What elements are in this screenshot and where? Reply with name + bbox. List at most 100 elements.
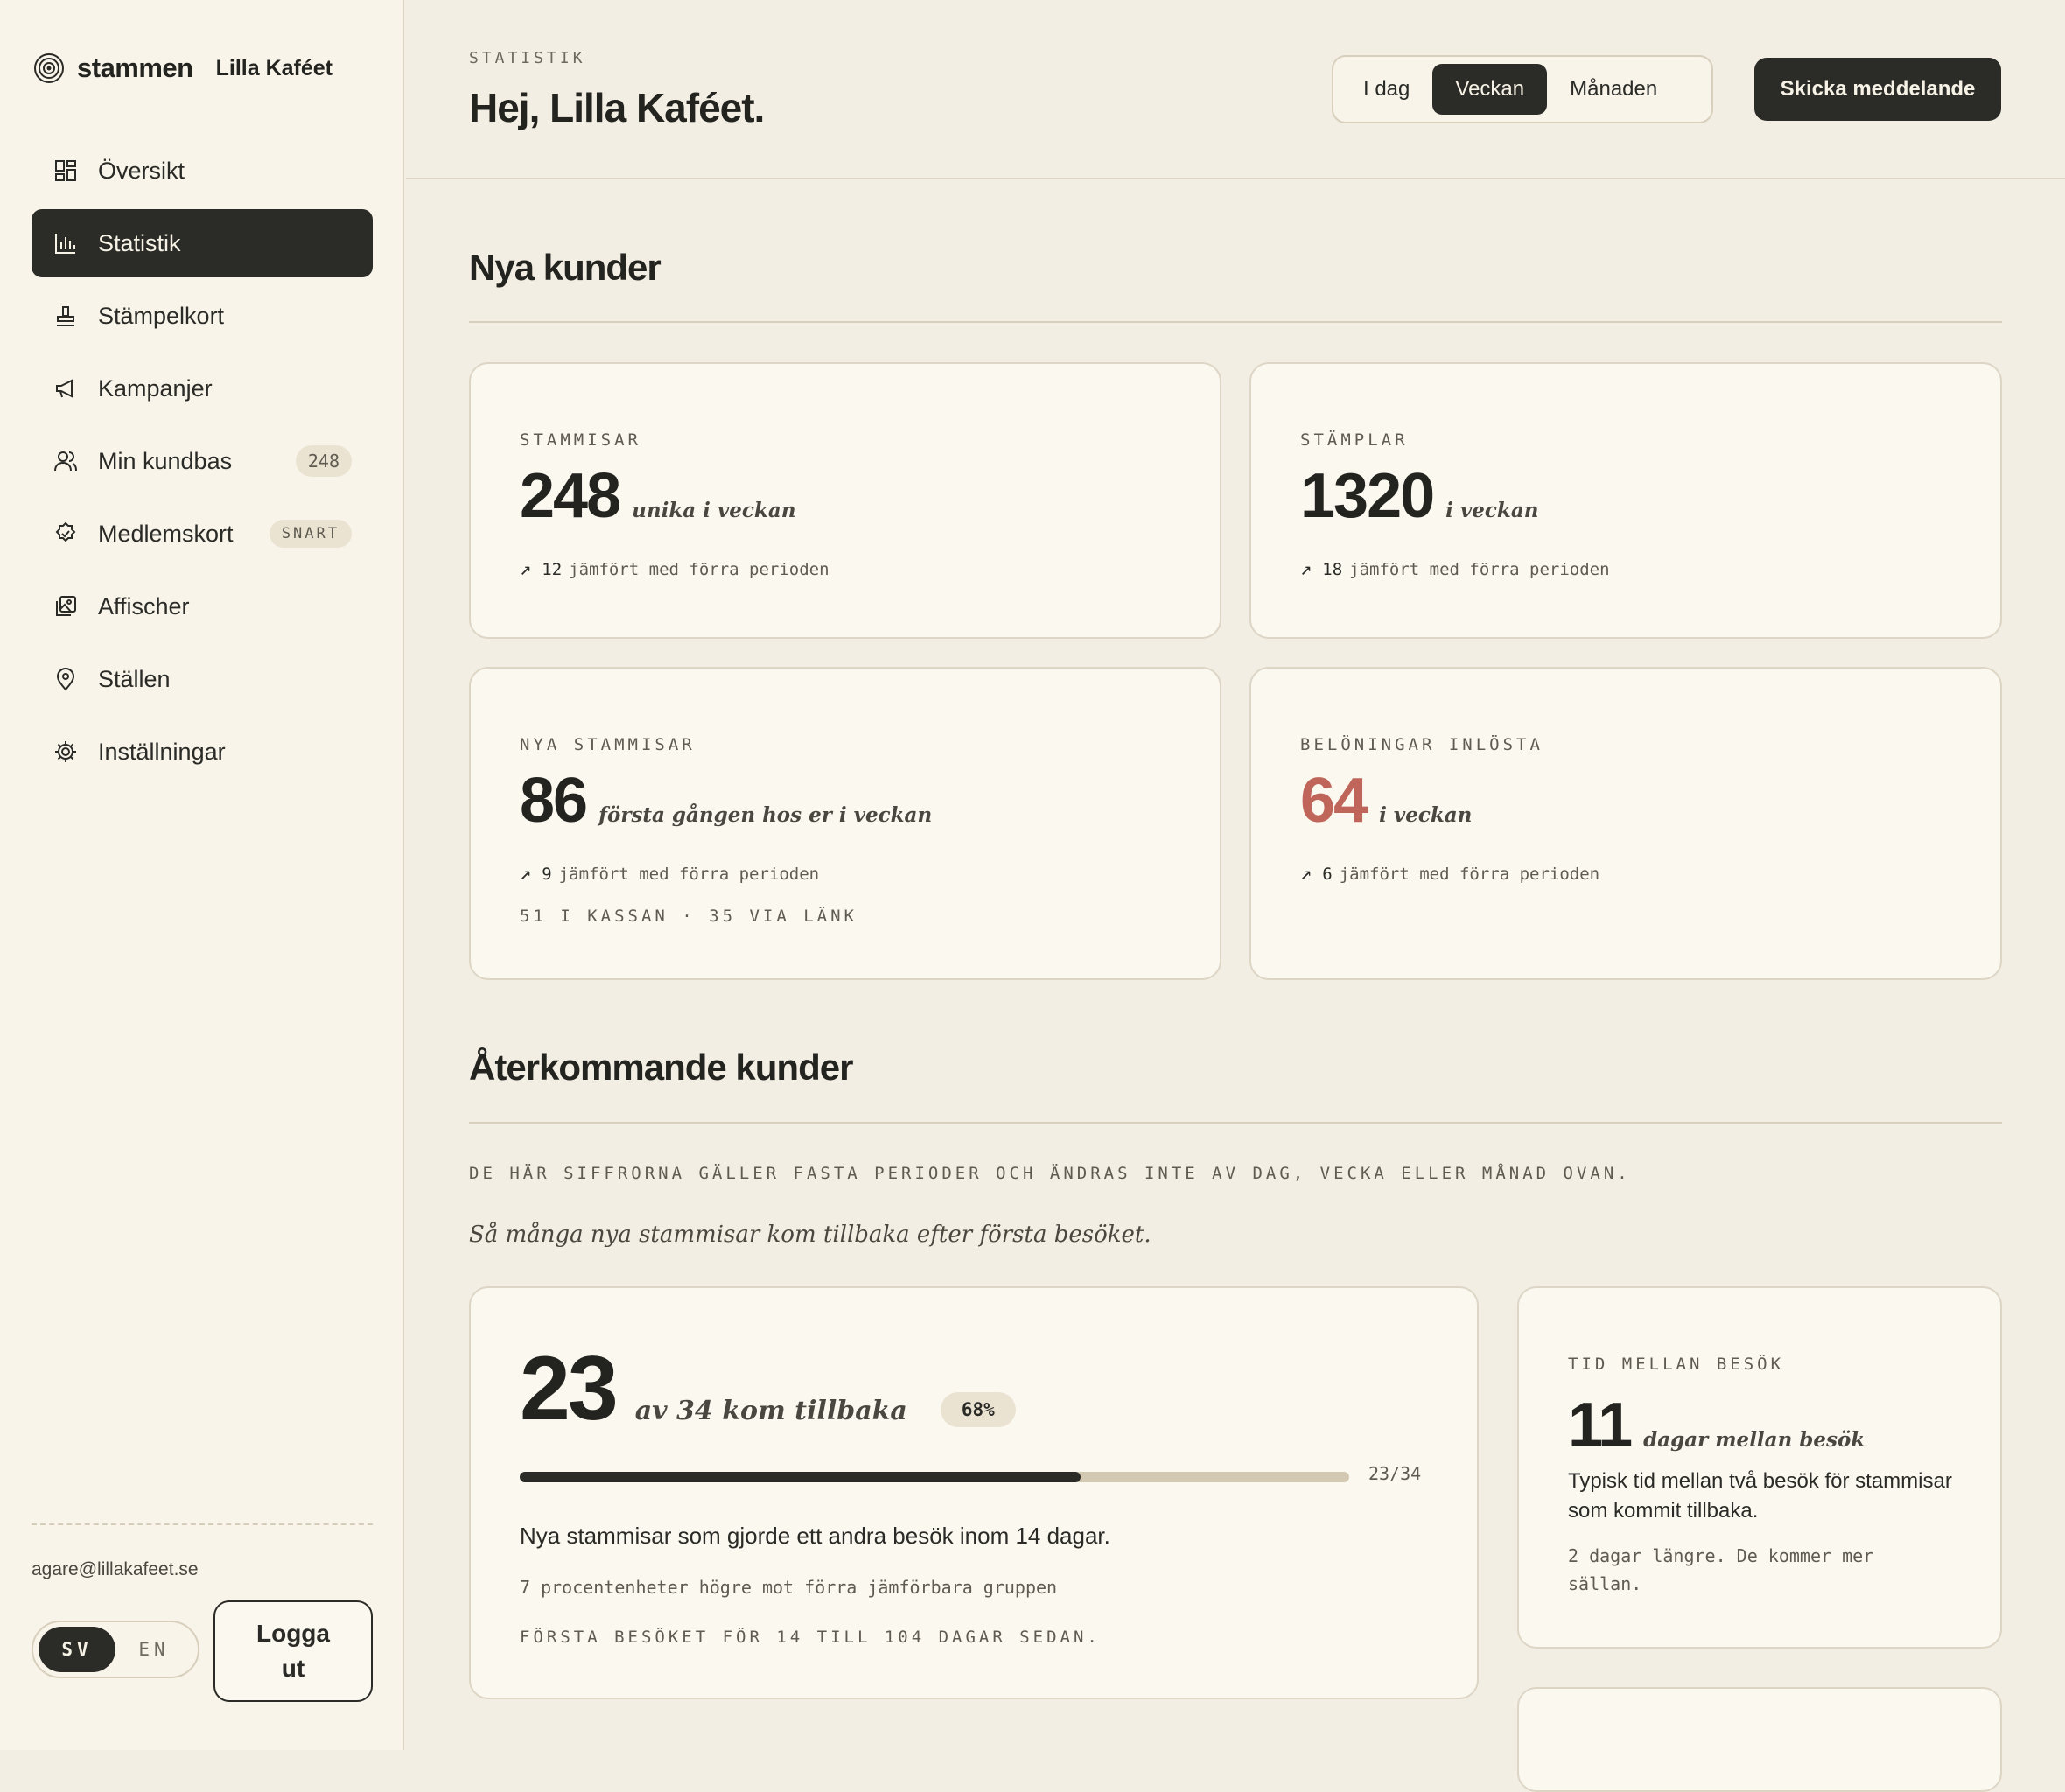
trend-value: 9 xyxy=(542,864,552,884)
stat-unit: i veckan xyxy=(1446,499,1539,522)
stat-label: BELÖNINGAR INLÖSTA xyxy=(1300,735,1544,754)
stat-trend: ↗ 18 jämfört med förra perioden xyxy=(1300,558,1610,580)
return-progress-label: 23/34 xyxy=(1368,1463,1422,1484)
section-title-returning: Återkommande kunder xyxy=(469,1046,853,1088)
trend-up-icon: ↗ xyxy=(520,863,532,885)
send-message-button[interactable]: Skicka meddelande xyxy=(1754,58,2001,121)
period-selector[interactable]: I dag Veckan Månaden xyxy=(1332,55,1713,123)
trend-up-icon: ↗ xyxy=(1300,863,1312,885)
trend-value: 18 xyxy=(1322,559,1343,579)
users-icon xyxy=(52,448,79,474)
stat-breakdown: 51 I KASSAN · 35 VIA LÄNK xyxy=(520,906,858,926)
bar-chart-icon xyxy=(52,230,79,256)
period-option-today[interactable]: I dag xyxy=(1340,64,1432,115)
sidebar-item-installningar[interactable]: Inställningar xyxy=(32,718,373,786)
badge-check-icon xyxy=(52,521,79,547)
stat-number: 86 xyxy=(520,766,588,836)
stat-card-nya-stammisar: NYA STAMMISAR 86 första gången hos er i v… xyxy=(469,667,1222,980)
stat-number: 64 xyxy=(1300,766,1368,836)
sidebar-item-label: Affischer xyxy=(98,592,190,620)
sidebar-item-oversikt[interactable]: Översikt xyxy=(32,136,373,205)
return-unit: av 34 kom tillbaka xyxy=(634,1396,907,1426)
map-pin-icon xyxy=(52,666,79,692)
page-eyebrow: STATISTIK xyxy=(469,49,586,67)
trend-text: jämfört med förra perioden xyxy=(558,864,820,884)
interval-comparison: 2 dagar längre. De kommer mer sällan. xyxy=(1568,1545,1874,1594)
stat-unit: i veckan xyxy=(1379,803,1473,827)
megaphone-icon xyxy=(52,375,79,402)
trend-value: 12 xyxy=(542,559,563,579)
return-rate-card: 23 av 34 kom tillbaka 68% 23/34 Nya stam… xyxy=(469,1286,1479,1699)
trend-value: 6 xyxy=(1322,864,1333,884)
return-progress-bar xyxy=(520,1472,1349,1482)
stat-value: 86 första gången hos er i veckan xyxy=(520,765,932,836)
language-toggle[interactable]: SV EN xyxy=(32,1620,200,1678)
trend-text: jämfört med förra perioden xyxy=(1339,864,1600,884)
trend-text: jämfört med förra perioden xyxy=(1349,559,1610,579)
stat-value: 11 dagar mellan besök xyxy=(1568,1390,1865,1461)
return-footnote: FÖRSTA BESÖKET FÖR 14 TILL 104 DAGAR SED… xyxy=(520,1628,1101,1647)
period-option-month[interactable]: Månaden xyxy=(1547,64,1680,115)
sidebar-item-stampelkort[interactable]: Stämpelkort xyxy=(32,282,373,350)
return-comparison: 7 procentenheter högre mot förra jämförb… xyxy=(520,1577,1058,1598)
brand-place: Lilla Kaféet xyxy=(215,55,332,80)
gear-icon xyxy=(52,738,79,765)
stat-label: TID MELLAN BESÖK xyxy=(1568,1354,1785,1374)
dashboard-icon xyxy=(52,158,79,184)
sidebar-item-min-kundbas[interactable]: Min kundbas 248 xyxy=(32,427,373,495)
returning-intro: Så många nya stammisar kom tillbaka efte… xyxy=(469,1222,1152,1248)
sidebar-item-label: Översikt xyxy=(98,157,186,184)
stat-value: 1320 i veckan xyxy=(1300,460,1538,532)
visit-interval-card: TID MELLAN BESÖK 11 dagar mellan besök Ty… xyxy=(1517,1286,2002,1648)
return-count: 23 xyxy=(520,1338,619,1439)
coming-soon-badge: SNART xyxy=(269,520,352,548)
sidebar-item-statistik[interactable]: Statistik xyxy=(32,209,373,277)
stat-number: 248 xyxy=(520,461,621,531)
stat-trend: ↗ 6 jämfört med förra perioden xyxy=(1300,863,1600,885)
stat-card-stamplar: STÄMPLAR 1320 i veckan ↗ 18 jämfört med f… xyxy=(1250,362,2002,639)
sidebar-item-affischer[interactable]: Affischer xyxy=(32,572,373,640)
stat-trend: ↗ 12 jämfört med förra perioden xyxy=(520,558,830,580)
stat-number: 11 xyxy=(1568,1390,1633,1460)
sidebar-item-kampanjer[interactable]: Kampanjer xyxy=(32,354,373,423)
stat-label: STÄMPLAR xyxy=(1300,430,1409,450)
customer-count-badge: 248 xyxy=(295,445,352,477)
stat-value: 64 i veckan xyxy=(1300,765,1472,836)
sidebar-divider xyxy=(32,1523,373,1525)
section-title-new-customers: Nya kunder xyxy=(469,247,662,288)
return-description: Nya stammisar som gjorde ett andra besök… xyxy=(520,1522,1110,1549)
period-option-week[interactable]: Veckan xyxy=(1432,64,1548,115)
sidebar-item-label: Min kundbas xyxy=(98,447,233,474)
stat-label: STAMMISAR xyxy=(520,430,641,450)
stat-number: 1320 xyxy=(1300,461,1435,531)
return-rate-headline: 23 av 34 kom tillbaka 68% xyxy=(520,1337,1016,1441)
logout-button[interactable]: Logga ut xyxy=(214,1600,373,1702)
sidebar-item-label: Medlemskort xyxy=(98,520,234,547)
images-icon xyxy=(52,593,79,620)
sidebar-item-stallen[interactable]: Ställen xyxy=(32,645,373,713)
page-title: Hej, Lilla Kaféet. xyxy=(469,85,765,130)
stammen-logo-icon xyxy=(34,53,64,83)
trend-up-icon: ↗ xyxy=(520,558,532,580)
brand[interactable]: stammen Lilla Kaféet xyxy=(33,49,332,88)
sidebar-item-label: Statistik xyxy=(98,229,181,256)
section-divider xyxy=(469,321,2002,323)
language-option-en[interactable]: EN xyxy=(116,1627,192,1672)
sidebar-item-label: Inställningar xyxy=(98,738,226,765)
sidebar-item-medlemskort[interactable]: Medlemskort SNART xyxy=(32,500,373,568)
stat-trend: ↗ 9 jämfört med förra perioden xyxy=(520,863,819,885)
account-email: agare@lillakafeet.se xyxy=(32,1559,199,1579)
page-header: STATISTIK Hej, Lilla Kaféet. I dag Vecka… xyxy=(406,0,2065,179)
sidebar-item-label: Ställen xyxy=(98,665,171,692)
stamp-icon xyxy=(52,303,79,329)
fixed-period-note: DE HÄR SIFFRORNA GÄLLER FASTA PERIODER O… xyxy=(469,1164,1631,1183)
language-option-sv[interactable]: SV xyxy=(38,1627,116,1672)
stat-label: NYA STAMMISAR xyxy=(520,735,696,754)
stat-unit: dagar mellan besök xyxy=(1643,1428,1866,1452)
trend-text: jämfört med förra perioden xyxy=(569,559,830,579)
trend-up-icon: ↗ xyxy=(1300,558,1312,580)
return-percent-badge: 68% xyxy=(940,1392,1016,1427)
stat-unit: unika i veckan xyxy=(632,499,796,522)
stat-card-stammisar: STAMMISAR 248 unika i veckan ↗ 12 jämfört… xyxy=(469,362,1222,639)
sidebar-item-label: Stämpelkort xyxy=(98,302,225,329)
